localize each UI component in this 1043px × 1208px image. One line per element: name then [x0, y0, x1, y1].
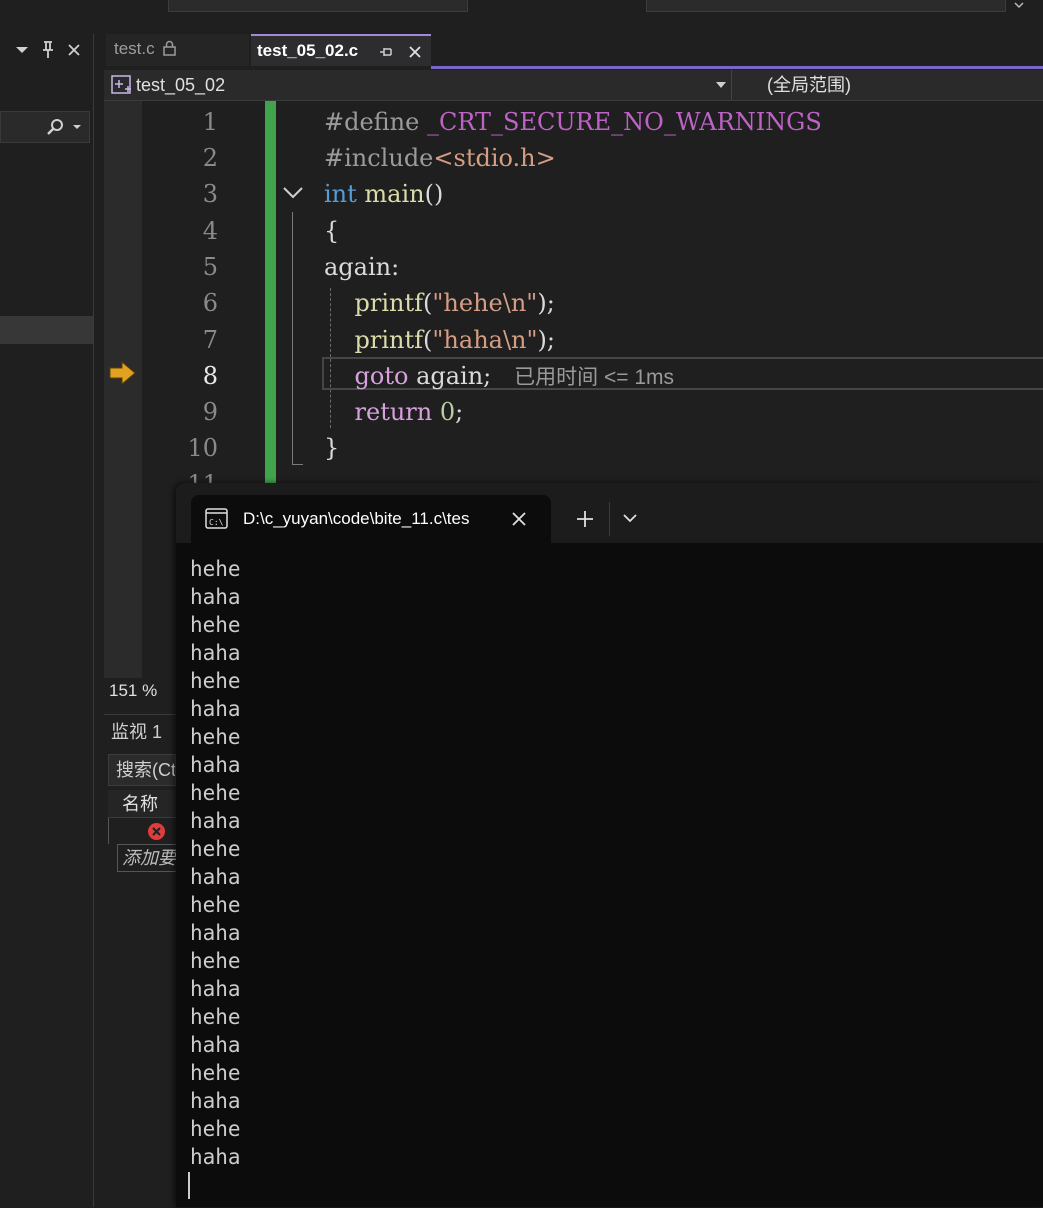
- project-icon: [111, 75, 131, 94]
- new-tab-icon[interactable]: [575, 509, 595, 529]
- terminal-output-line: haha: [190, 1145, 241, 1169]
- scope-dropdown[interactable]: (全局范围): [740, 70, 1043, 100]
- code-line-9: return 0;: [354, 398, 464, 426]
- code-line-4: {: [324, 217, 340, 245]
- line-number: 7: [202, 326, 218, 354]
- code-line-2: #include<stdio.h>: [324, 144, 556, 172]
- toolbar-overflow-icon[interactable]: [1012, 0, 1026, 12]
- terminal-output-line: haha: [190, 641, 241, 665]
- close-terminal-tab-icon[interactable]: [510, 510, 528, 528]
- terminal-output-line: haha: [190, 865, 241, 889]
- watch-search-input[interactable]: 搜索(Ctrl+E): [108, 754, 176, 786]
- terminal-window[interactable]: [176, 483, 1043, 1207]
- terminal-output-line: hehe: [190, 949, 241, 973]
- svg-text:C:\: C:\: [209, 518, 224, 527]
- change-tracking-bar: [265, 101, 276, 491]
- terminal-output-line: haha: [190, 697, 241, 721]
- indicator-margin[interactable]: [104, 101, 142, 678]
- line-number: 3: [202, 180, 218, 208]
- line-number: 2: [202, 144, 218, 172]
- stack-frame-dropdown[interactable]: [646, 0, 1006, 12]
- line-number: 4: [202, 217, 218, 245]
- terminal-tab-title: D:\c_yuyan\code\bite_11.c\tes: [243, 509, 470, 528]
- close-icon[interactable]: [66, 42, 82, 58]
- code-line-10: }: [324, 434, 340, 462]
- terminal-output-line: hehe: [190, 781, 241, 805]
- terminal-output-line: haha: [190, 753, 241, 777]
- scope-label: (全局范围): [767, 75, 851, 95]
- process-dropdown[interactable]: [168, 0, 468, 12]
- watch-panel: [104, 714, 176, 1208]
- pin-tab-icon[interactable]: [379, 45, 393, 59]
- execution-arrow-icon: [109, 360, 136, 386]
- code-line-5: again:: [324, 253, 400, 281]
- code-line-3: int main(): [324, 180, 444, 208]
- selected-tree-item[interactable]: [0, 316, 93, 344]
- tab-test-c[interactable]: test.c: [106, 34, 249, 66]
- error-icon: [148, 823, 165, 840]
- terminal-output-line: hehe: [190, 613, 241, 637]
- terminal-output-line: hehe: [190, 1061, 241, 1085]
- tab-label: test_05_02.c: [257, 41, 359, 60]
- project-name: test_05_02: [136, 75, 226, 95]
- lock-icon: [163, 40, 177, 56]
- terminal-output-line: hehe: [190, 837, 241, 861]
- watch-add-item[interactable]: 添加要监视的项: [117, 844, 176, 872]
- titlebar-divider: [609, 502, 610, 536]
- terminal-output-line: hehe: [190, 725, 241, 749]
- chevron-down-icon: [716, 82, 726, 88]
- perf-tip: 已用时间 <= 1ms: [514, 366, 675, 389]
- line-number: 1: [202, 108, 218, 136]
- line-number: 10: [187, 434, 218, 462]
- code-line-7: printf("haha\n");: [354, 326, 555, 354]
- dropdown-chevron-icon[interactable]: [622, 513, 638, 523]
- tab-test-05-02-c[interactable]: test_05_02.c: [251, 34, 431, 66]
- close-tab-icon[interactable]: [407, 44, 423, 60]
- panel-dropdown-icon[interactable]: [14, 42, 30, 58]
- terminal-output-line: hehe: [190, 1117, 241, 1141]
- watch-row[interactable]: [108, 818, 177, 844]
- solution-explorer-panel: [0, 34, 94, 1207]
- watch-title[interactable]: 监视 1: [104, 718, 162, 746]
- watch-column-name[interactable]: 名称: [108, 790, 176, 818]
- tab-accent-line: [431, 66, 1043, 69]
- code-line-1: #define _CRT_SECURE_NO_WARNINGS: [324, 108, 822, 136]
- code-line-6: printf("hehe\n");: [354, 289, 555, 317]
- terminal-output-line: haha: [190, 809, 241, 833]
- terminal-output-line: haha: [190, 977, 241, 1001]
- toolbar-strip: [0, 0, 1043, 14]
- project-dropdown[interactable]: test_05_02: [104, 70, 732, 100]
- collapse-chevron-icon[interactable]: [282, 186, 304, 200]
- zoom-level[interactable]: 151 %: [104, 678, 176, 704]
- tab-label: test.c: [114, 39, 155, 58]
- terminal-output-line: hehe: [190, 557, 241, 581]
- line-number: 9: [202, 398, 218, 426]
- line-number: 5: [202, 253, 218, 281]
- terminal-output-line: haha: [190, 1089, 241, 1113]
- pin-icon[interactable]: [40, 40, 56, 60]
- terminal-cursor: [188, 1172, 190, 1199]
- terminal-output-line: hehe: [190, 893, 241, 917]
- terminal-output-line: hehe: [190, 1005, 241, 1029]
- fold-guide: [292, 212, 303, 465]
- terminal-output-line: haha: [190, 1033, 241, 1057]
- line-number: 6: [202, 289, 218, 317]
- search-icon[interactable]: [44, 117, 84, 137]
- terminal-output-line: hehe: [190, 669, 241, 693]
- terminal-output-line: haha: [190, 921, 241, 945]
- line-number-current: 8: [202, 362, 218, 390]
- console-icon: C:\: [205, 508, 228, 529]
- terminal-output-line: haha: [190, 585, 241, 609]
- code-line-8: goto again; 已用时间 <= 1ms: [354, 362, 675, 390]
